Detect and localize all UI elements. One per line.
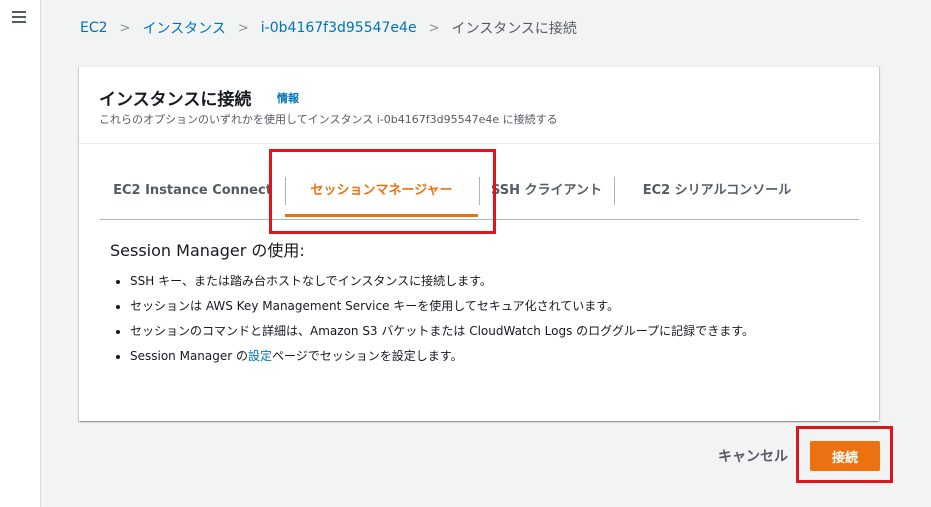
breadcrumb-ec2[interactable]: EC2: [80, 20, 108, 36]
list-item: セッションは AWS Key Management Service キーを使用し…: [130, 298, 860, 314]
connect-panel: インスタンスに接続 情報 これらのオプションのいずれかを使用してインスタンス i…: [79, 66, 879, 421]
chevron-right-icon: >: [119, 20, 131, 36]
content-heading: Session Manager の使用:: [110, 241, 305, 260]
tab-ec2-instance-connect[interactable]: EC2 Instance Connect: [100, 165, 285, 217]
cancel-button[interactable]: キャンセル: [710, 441, 796, 471]
hamburger-menu-icon[interactable]: [12, 11, 26, 23]
bullet-prefix: Session Manager の: [130, 349, 249, 363]
breadcrumb-current: インスタンスに接続: [451, 21, 577, 37]
list-item: セッションのコマンドと詳細は、Amazon S3 バケットまたは CloudWa…: [130, 323, 860, 339]
breadcrumb-instances[interactable]: インスタンス: [142, 18, 225, 38]
tab-session-manager[interactable]: セッションマネージャー: [285, 165, 478, 217]
panel-header: インスタンスに接続 情報 これらのオプションのいずれかを使用してインスタンス i…: [79, 67, 879, 144]
side-navigation: [0, 0, 41, 507]
chevron-right-icon: >: [237, 20, 249, 36]
list-item: Session Manager の設定ページでセッションを設定します。: [130, 348, 860, 364]
bullet-suffix: ページでセッションを設定します。: [272, 349, 463, 363]
chevron-right-icon: >: [428, 20, 440, 36]
feature-list: SSH キー、または踏み台ホストなしでインスタンスに接続します。 セッションは …: [110, 273, 860, 364]
page-title: インスタンスに接続: [99, 90, 252, 110]
info-link[interactable]: 情報: [277, 90, 299, 106]
breadcrumb: EC2 > インスタンス > i-0b4167f3d95547e4e > インス…: [80, 18, 577, 38]
panel-description: これらのオプションのいずれかを使用してインスタンス i-0b4167f3d955…: [99, 113, 558, 126]
breadcrumb-instance-id[interactable]: i-0b4167f3d95547e4e: [261, 20, 417, 36]
settings-link[interactable]: 設定: [248, 349, 272, 363]
tab-ssh-client[interactable]: SSH クライアント: [479, 165, 614, 217]
connection-method-tabs: EC2 Instance Connect セッションマネージャー SSH クライ…: [100, 165, 859, 220]
list-item: SSH キー、または踏み台ホストなしでインスタンスに接続します。: [130, 273, 860, 289]
tab-ec2-serial-console[interactable]: EC2 シリアルコンソール: [614, 165, 820, 217]
tab-content: Session Manager の使用: SSH キー、または踏み台ホストなしで…: [110, 237, 860, 373]
connect-button[interactable]: 接続: [810, 441, 880, 471]
